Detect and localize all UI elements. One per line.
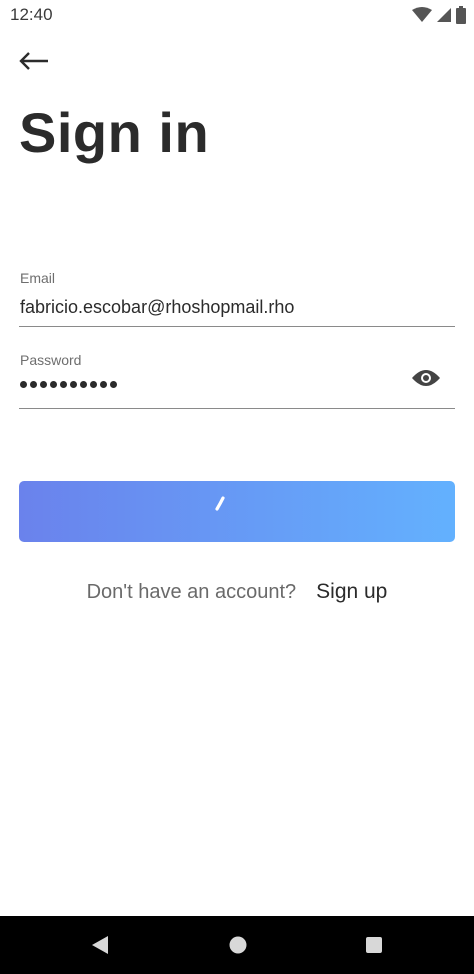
back-triangle-icon[interactable] — [90, 935, 110, 960]
password-field[interactable] — [20, 381, 117, 388]
status-icons — [412, 6, 466, 29]
signup-row: Don't have an account? Sign up — [0, 580, 474, 604]
email-underline — [19, 326, 455, 327]
sign-up-link[interactable]: Sign up — [316, 580, 387, 604]
battery-icon — [456, 6, 466, 29]
password-dot — [100, 381, 107, 388]
eye-icon — [411, 368, 441, 393]
email-field[interactable]: fabricio.escobar@rhoshopmail.rho — [20, 297, 450, 318]
arrow-left-icon — [18, 51, 50, 76]
toggle-password-visibility-button[interactable] — [408, 366, 444, 394]
password-dot — [40, 381, 47, 388]
home-circle-icon[interactable] — [228, 935, 248, 960]
password-underline — [19, 408, 455, 409]
wifi-icon — [412, 7, 432, 28]
email-label: Email — [20, 270, 56, 286]
password-dot — [60, 381, 67, 388]
password-dot — [80, 381, 87, 388]
cellular-signal-icon — [436, 7, 452, 28]
password-dot — [70, 381, 77, 388]
sign-in-button[interactable] — [19, 481, 455, 542]
signup-question: Don't have an account? — [86, 580, 297, 603]
password-dot — [90, 381, 97, 388]
password-dot — [50, 381, 57, 388]
status-bar: 12:40 — [0, 0, 474, 30]
loading-spinner-icon — [215, 496, 225, 512]
password-label: Password — [20, 352, 82, 368]
back-button[interactable] — [16, 48, 52, 78]
navigation-bar — [0, 916, 474, 974]
status-time: 12:40 — [10, 5, 53, 24]
password-dot — [20, 381, 27, 388]
password-dot — [30, 381, 37, 388]
password-dot — [110, 381, 117, 388]
recents-square-icon[interactable] — [364, 935, 384, 960]
page-title: Sign in — [19, 101, 210, 164]
